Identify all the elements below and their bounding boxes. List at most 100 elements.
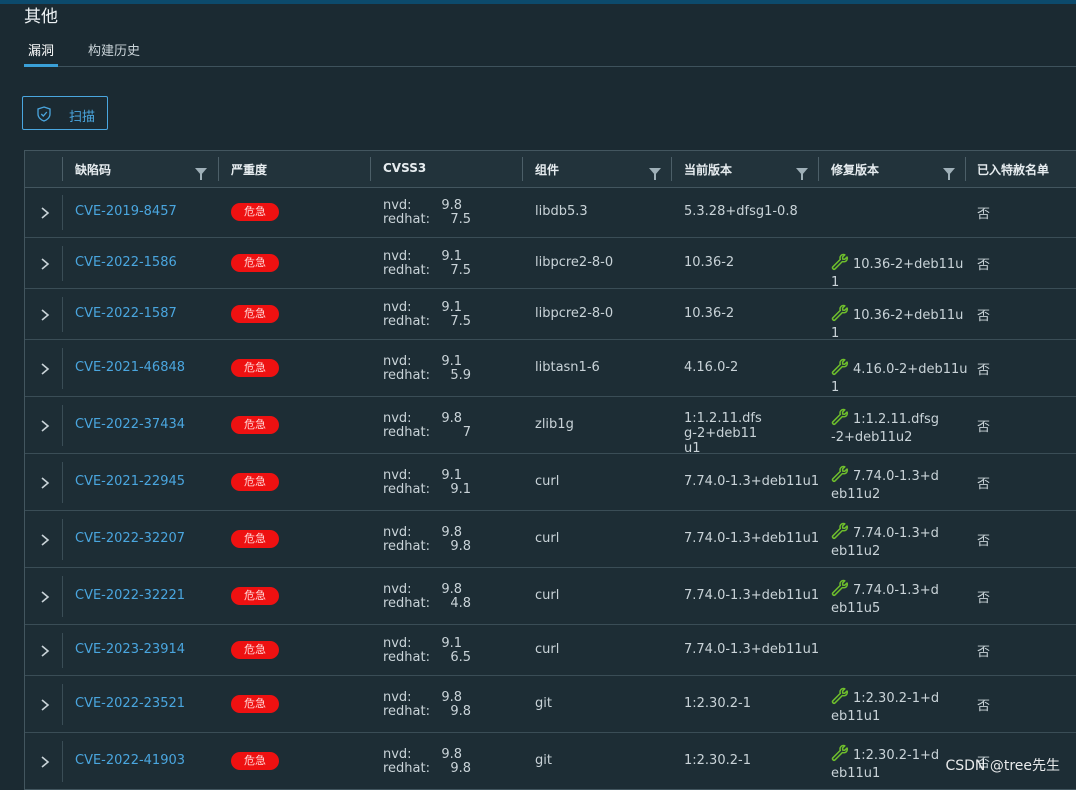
wrench-icon [831,522,849,540]
chevron-right-icon[interactable] [39,418,51,434]
component-name: zlib1g [535,416,574,432]
table-row[interactable]: CVE-2022-1587 危急 nvd: 9.1 redhat: 7.5 libpcre2… [25,289,1076,341]
severity-badge: 危急 [231,472,279,491]
cve-link[interactable]: CVE-2021-46848 [75,360,185,375]
fix-version: 10.36-2+deb11u1 [831,253,971,292]
cvss-nvd-value: 9.1 [441,353,462,369]
cvss-nvd-label: nvd: [383,353,412,369]
cvss-nvd-value: 9.1 [441,299,462,315]
scan-button[interactable]: 扫描 [22,96,108,130]
shield-check-icon [37,106,51,122]
fix-version: 7.74.0-1.3+deb11u5 [831,579,941,618]
filter-icon-component[interactable] [649,168,661,180]
severity-badge: 危急 [231,202,279,221]
cve-link[interactable]: CVE-2022-1586 [75,255,177,270]
chevron-right-icon[interactable] [39,754,51,770]
table-row[interactable]: CVE-2019-8457 危急 nvd: 9.8 redhat: 7.5 libdb5.3… [25,187,1076,238]
filter-icon-fix-version[interactable] [943,168,955,180]
current-version: 7.74.0-1.3+deb11u1 [684,587,820,603]
component-name: curl [535,530,560,546]
header-divider [218,157,219,181]
chevron-right-icon[interactable] [39,256,51,272]
cvss-redhat-label: redhat: [383,595,430,611]
whitelisted-value: 否 [977,308,991,324]
component-name: git [535,752,552,768]
row-divider [62,684,63,725]
table-row[interactable]: CVE-2022-32221 危急 nvd: 9.8 redhat: 4.8 curl 7.7… [25,568,1076,625]
severity-badge: 危急 [231,751,279,770]
row-divider [62,576,63,617]
tab-vulnerabilities[interactable]: 漏洞 [23,40,59,67]
current-version: 1:1.2.11.dfsg-2+deb11u1 [684,410,762,456]
header-divider [671,157,672,181]
table-row[interactable]: CVE-2022-32207 危急 nvd: 9.8 redhat: 9.8 curl 7.7… [25,511,1076,568]
chevron-right-icon[interactable] [39,361,51,377]
severity-badge: 危急 [231,586,279,605]
fix-version: 1:1.2.11.dfsg-2+deb11u2 [831,408,941,447]
chevron-right-icon[interactable] [39,205,51,221]
cve-link[interactable]: CVE-2022-41903 [75,753,185,768]
filter-icon-cve[interactable] [195,168,207,180]
row-divider [62,195,63,230]
cve-link[interactable]: CVE-2022-32221 [75,588,185,603]
filter-icon-current-version[interactable] [796,168,808,180]
cve-link[interactable]: CVE-2023-23914 [75,642,185,657]
cve-link[interactable]: CVE-2022-37434 [75,417,185,432]
table-row[interactable]: CVE-2021-46848 危急 nvd: 9.1 redhat: 5.9 libtasn… [25,340,1076,397]
cvss-nvd-value: 9.1 [441,635,462,651]
table-row[interactable]: CVE-2023-23914 危急 nvd: 9.1 redhat: 6.5 curl 7.7… [25,625,1076,676]
tab-build-history[interactable]: 构建历史 [88,40,140,59]
table-row[interactable]: CVE-2022-37434 危急 nvd: 9.8 redhat: 7 zlib1g 1:1… [25,397,1076,456]
chevron-right-icon[interactable] [39,475,51,491]
current-version: 7.74.0-1.3+deb11u1 [684,641,820,657]
cvss-redhat-label: redhat: [383,760,430,776]
fix-version: 1:2.30.2-1+deb11u1 [831,687,941,726]
column-header-current-version[interactable]: 当前版本 [684,161,732,178]
row-divider [62,348,63,389]
column-header-fix-version[interactable]: 修复版本 [831,161,879,178]
header-divider [522,157,523,181]
cvss-nvd-label: nvd: [383,410,412,426]
wrench-icon [831,687,849,705]
chevron-right-icon[interactable] [39,307,51,323]
cve-link[interactable]: CVE-2019-8457 [75,204,177,219]
chevron-right-icon[interactable] [39,643,51,659]
row-divider [62,633,63,668]
column-header-component[interactable]: 组件 [535,161,559,178]
whitelisted-value: 否 [977,698,991,714]
cvss-redhat-value: 7.5 [450,211,471,227]
whitelisted-value: 否 [977,362,991,378]
fix-version-text: 10.36-2+deb11u1 [831,256,964,290]
cvss-redhat-label: redhat: [383,649,430,665]
table-row[interactable]: CVE-2021-22945 危急 nvd: 9.1 redhat: 9.1 curl 7.7… [25,454,1076,511]
row-divider [62,297,63,332]
fix-version: 7.74.0-1.3+deb11u2 [831,522,941,561]
cve-link[interactable]: CVE-2022-1587 [75,306,177,321]
cvss-nvd-label: nvd: [383,299,412,315]
cvss-nvd-label: nvd: [383,635,412,651]
whitelisted-value: 否 [977,257,991,273]
cve-link[interactable]: CVE-2021-22945 [75,474,185,489]
cve-link[interactable]: CVE-2022-32207 [75,531,185,546]
cvss-nvd-label: nvd: [383,689,412,705]
component-name: libpcre2-8-0 [535,305,614,321]
component-name: libtasn1-6 [535,359,600,375]
table-row[interactable]: CVE-2022-1586 危急 nvd: 9.1 redhat: 7.5 libpcre2… [25,238,1076,292]
wrench-icon [831,253,849,271]
table-row[interactable]: CVE-2022-23521 危急 nvd: 9.8 redhat: 9.8 git 1:2.… [25,676,1076,733]
chevron-right-icon[interactable] [39,532,51,548]
column-header-whitelisted[interactable]: 已入特赦名单 [977,161,1049,178]
column-header-severity[interactable]: 严重度 [231,161,267,178]
cvss-redhat-value: 7.5 [450,262,471,278]
column-header-cve[interactable]: 缺陷码 [75,161,111,178]
row-divider [62,405,63,446]
whitelisted-value: 否 [977,419,991,435]
chevron-right-icon[interactable] [39,589,51,605]
chevron-right-icon[interactable] [39,697,51,713]
column-header-cvss3[interactable]: CVSS3 [383,161,426,175]
cve-link[interactable]: CVE-2022-23521 [75,696,185,711]
table-row[interactable]: CVE-2022-41903 危急 nvd: 9.8 redhat: 9.8 git 1:2.… [25,733,1076,789]
page-title: 其他 [24,7,58,27]
cvss-redhat-value: 7 [462,424,471,440]
cvss-nvd-value: 9.8 [441,524,462,540]
